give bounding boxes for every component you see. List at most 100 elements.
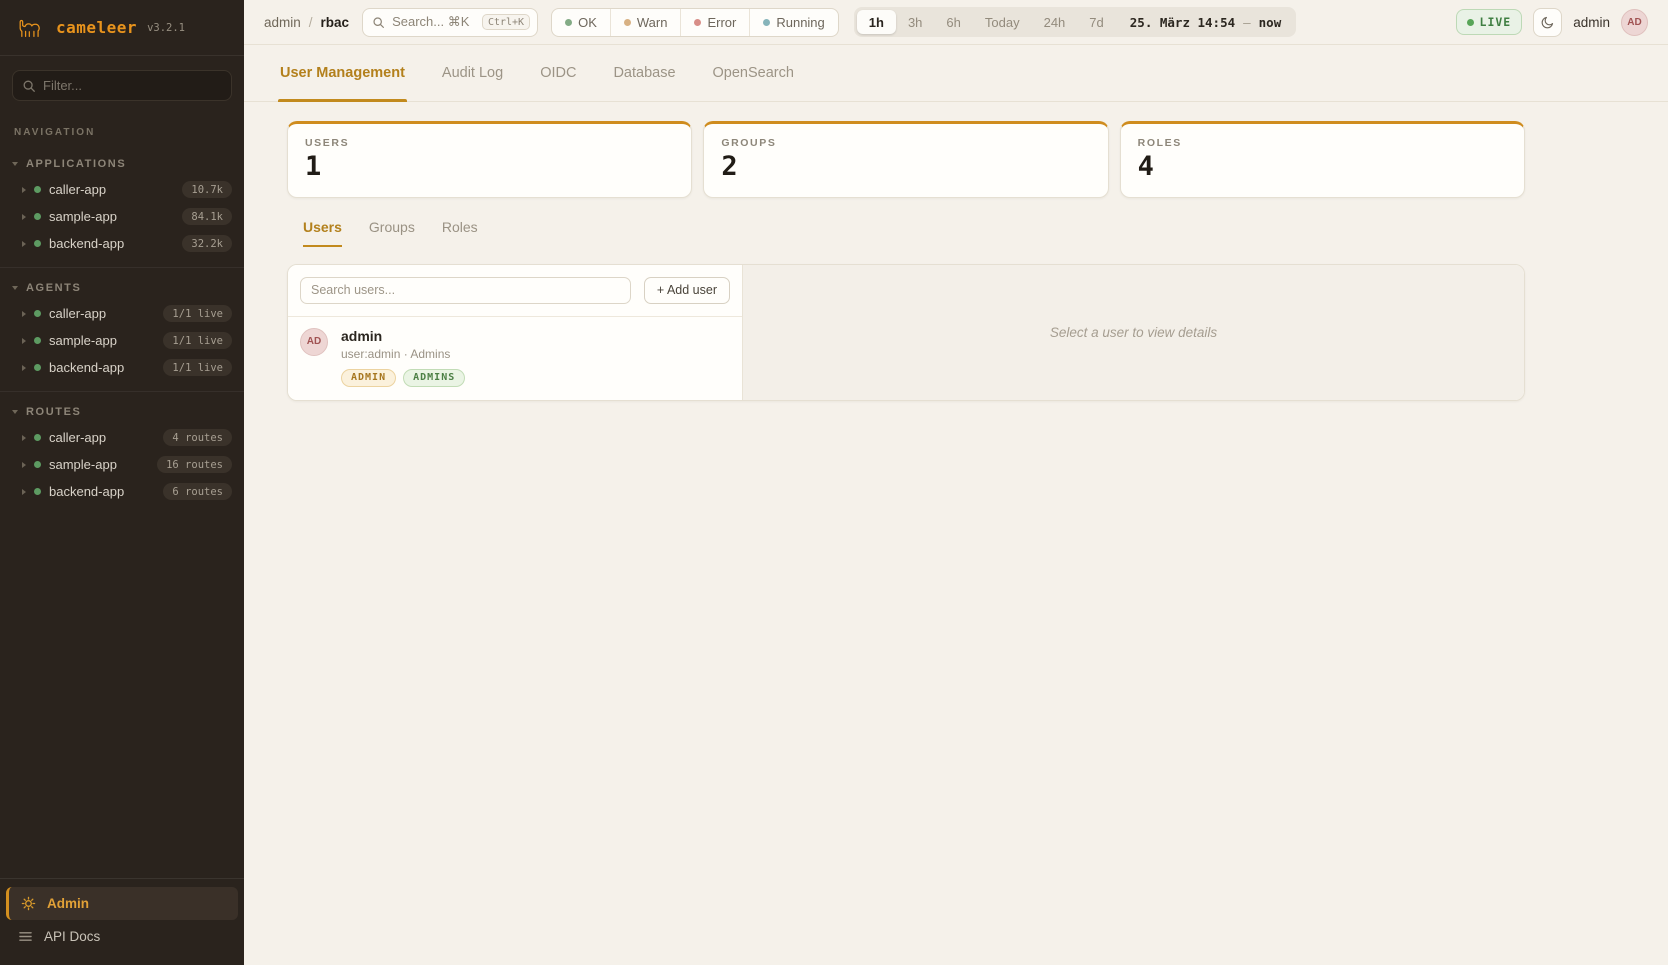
status-dot — [34, 310, 41, 317]
sidebar-item-admin[interactable]: Admin — [6, 887, 238, 920]
user-name: admin — [341, 328, 465, 344]
time-range-24h[interactable]: 24h — [1032, 10, 1078, 34]
chevron-right-icon — [22, 187, 26, 193]
chevron-down-icon — [12, 162, 18, 166]
sidebar-item-caller-app[interactable]: caller-app 10.7k — [0, 176, 244, 203]
group-badge-admins: ADMINS — [403, 369, 465, 387]
stat-card-roles: ROLES 4 — [1120, 121, 1525, 198]
status-dot — [34, 434, 41, 441]
stat-card-groups: GROUPS 2 — [703, 121, 1108, 198]
tab-oidc[interactable]: OIDC — [540, 45, 576, 101]
avatar[interactable]: AD — [1621, 9, 1648, 36]
time-display-separator: — — [1243, 15, 1251, 30]
routes-count-badge: 16 routes — [157, 456, 232, 473]
tab-opensearch[interactable]: OpenSearch — [713, 45, 794, 101]
subtab-roles[interactable]: Roles — [442, 219, 478, 247]
add-user-button[interactable]: + Add user — [644, 277, 730, 304]
section-header-applications[interactable]: APPLICATIONS — [0, 152, 244, 176]
section-header-routes[interactable]: ROUTES — [0, 400, 244, 424]
brand-version: v3.2.1 — [147, 22, 185, 34]
ok-dot — [565, 19, 572, 26]
live-dot — [1467, 19, 1474, 26]
sidebar-footer: Admin API Docs — [0, 878, 244, 965]
filter-input[interactable] — [12, 70, 232, 101]
section-applications: APPLICATIONS caller-app 10.7k sample-app… — [0, 144, 244, 267]
status-filter-group: OK Warn Error Running — [551, 8, 839, 37]
sidebar-item-caller-app[interactable]: caller-app 1/1 live — [0, 300, 244, 327]
section-routes: ROUTES caller-app 4 routes sample-app 16… — [0, 391, 244, 515]
search-placeholder: Search... ⌘K — [392, 14, 469, 30]
shortcut-kbd: Ctrl+K — [482, 14, 530, 30]
status-dot — [34, 213, 41, 220]
user-list-toolbar: + Add user — [288, 265, 742, 316]
stat-label: GROUPS — [721, 137, 1090, 149]
status-filter-warn[interactable]: Warn — [610, 9, 681, 36]
topbar: admin / rbac Search... ⌘K Ctrl+K OK Warn… — [244, 0, 1668, 45]
current-user-name: admin — [1573, 15, 1610, 30]
time-range-control: 1h 3h 6h Today 24h 7d 25. März 14:54 — n… — [854, 7, 1296, 37]
subtab-users[interactable]: Users — [303, 219, 342, 247]
warn-dot — [624, 19, 631, 26]
subtab-groups[interactable]: Groups — [369, 219, 415, 247]
chevron-right-icon — [22, 435, 26, 441]
time-range-6h[interactable]: 6h — [934, 10, 972, 34]
status-filter-error[interactable]: Error — [680, 9, 749, 36]
user-info: admin user:admin · Admins ADMIN ADMINS — [341, 328, 465, 387]
sidebar-item-backend-app[interactable]: backend-app 1/1 live — [0, 354, 244, 381]
routes-count-badge: 4 routes — [163, 429, 232, 446]
brand-header: cameleer v3.2.1 — [0, 0, 244, 56]
status-filter-running[interactable]: Running — [749, 9, 837, 36]
global-search[interactable]: Search... ⌘K Ctrl+K — [362, 8, 538, 37]
navigation-label: NAVIGATION — [14, 127, 230, 138]
status-filter-ok[interactable]: OK — [552, 9, 610, 36]
entity-subtabs: Users Groups Roles — [303, 219, 1525, 247]
users-panel: + Add user AD admin user:admin · Admins … — [287, 264, 1525, 401]
live-toggle[interactable]: LIVE — [1456, 9, 1523, 35]
chevron-down-icon — [12, 410, 18, 414]
sidebar-item-sample-app[interactable]: sample-app 16 routes — [0, 451, 244, 478]
theme-toggle-button[interactable] — [1533, 8, 1562, 37]
empty-state-text: Select a user to view details — [1050, 325, 1217, 340]
chevron-right-icon — [22, 338, 26, 344]
user-subtitle: user:admin · Admins — [341, 347, 465, 361]
routes-count-badge: 6 routes — [163, 483, 232, 500]
user-list-item-admin[interactable]: AD admin user:admin · Admins ADMIN ADMIN… — [288, 317, 742, 400]
chevron-down-icon — [12, 286, 18, 290]
sidebar-item-backend-app[interactable]: backend-app 6 routes — [0, 478, 244, 505]
sidebar-item-sample-app[interactable]: sample-app 1/1 live — [0, 327, 244, 354]
sidebar-item-api-docs[interactable]: API Docs — [6, 920, 238, 953]
moon-icon — [1541, 15, 1555, 29]
breadcrumb-separator: / — [309, 15, 313, 30]
status-dot — [34, 186, 41, 193]
time-range-today[interactable]: Today — [973, 10, 1032, 34]
time-display-date: 25. März 14:54 — [1130, 15, 1235, 30]
search-icon — [372, 16, 385, 29]
user-avatar: AD — [300, 328, 328, 356]
user-list-pane: + Add user AD admin user:admin · Admins … — [288, 265, 743, 400]
tab-audit-log[interactable]: Audit Log — [442, 45, 503, 101]
user-search-input[interactable] — [300, 277, 631, 304]
time-range-7d[interactable]: 7d — [1077, 10, 1115, 34]
brand-name: cameleer — [56, 18, 137, 37]
stat-value: 1 — [305, 152, 674, 182]
count-badge: 84.1k — [182, 208, 232, 225]
tab-user-management[interactable]: User Management — [280, 45, 405, 101]
sidebar-item-sample-app[interactable]: sample-app 84.1k — [0, 203, 244, 230]
status-dot — [34, 488, 41, 495]
status-dot — [34, 364, 41, 371]
stats-row: USERS 1 GROUPS 2 ROLES 4 — [287, 121, 1525, 198]
breadcrumb-parent[interactable]: admin — [264, 15, 301, 30]
sidebar-item-caller-app[interactable]: caller-app 4 routes — [0, 424, 244, 451]
section-header-agents[interactable]: AGENTS — [0, 276, 244, 300]
menu-lines-icon — [18, 930, 33, 943]
chevron-right-icon — [22, 241, 26, 247]
stat-label: USERS — [305, 137, 674, 149]
time-range-3h[interactable]: 3h — [896, 10, 934, 34]
sidebar-item-backend-app[interactable]: backend-app 32.2k — [0, 230, 244, 257]
time-display-now: now — [1259, 15, 1282, 30]
stat-card-users: USERS 1 — [287, 121, 692, 198]
time-range-1h[interactable]: 1h — [857, 10, 896, 34]
tab-database[interactable]: Database — [613, 45, 675, 101]
sidebar: cameleer v3.2.1 NAVIGATION APPLICATIONS … — [0, 0, 244, 965]
stat-label: ROLES — [1138, 137, 1507, 149]
